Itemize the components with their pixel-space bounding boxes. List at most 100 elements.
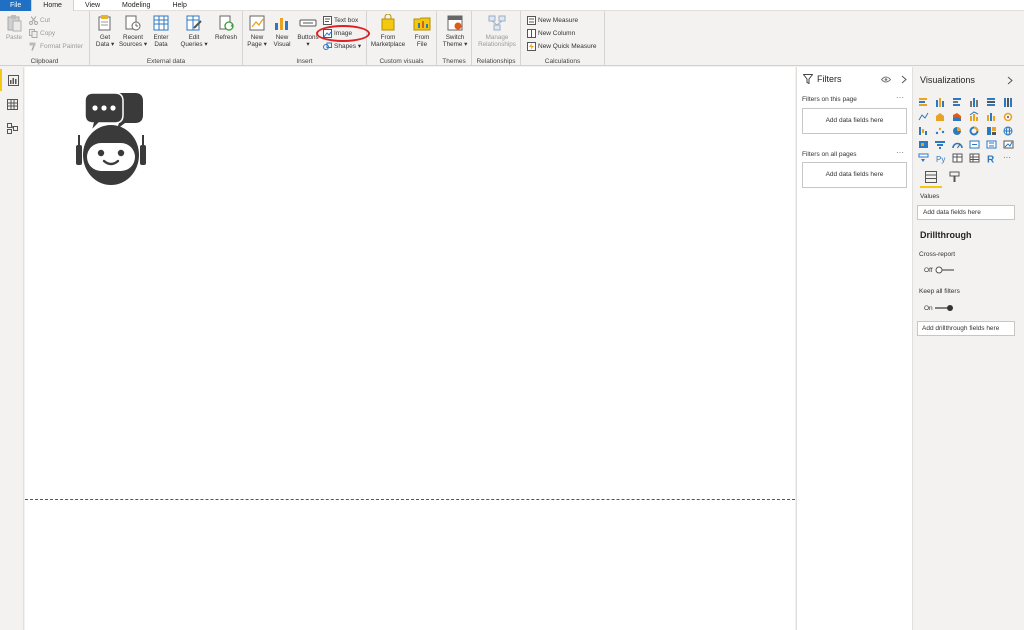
clustered-bar-chart-icon[interactable] — [953, 98, 961, 106]
cut-button[interactable]: Cut — [29, 15, 50, 26]
values-drop-zone[interactable]: Add data fields here — [917, 205, 1015, 220]
keep-all-filters-toggle[interactable] — [934, 304, 954, 312]
line-chart-icon[interactable] — [918, 112, 929, 121]
line-and-stacked-column-icon[interactable] — [987, 113, 995, 121]
paintbrush-icon — [29, 42, 36, 51]
get-data-button[interactable]: Get Data ▾ — [93, 14, 117, 48]
gauge-icon[interactable] — [952, 142, 963, 149]
refresh-label: Refresh — [214, 34, 238, 41]
report-view-button[interactable] — [0, 69, 24, 91]
filters-on-all-pages-label: Filters on all pages — [802, 151, 857, 158]
column-icon — [527, 29, 536, 38]
scatter-chart-icon[interactable] — [935, 127, 945, 135]
insert-group-label: Insert — [296, 58, 313, 65]
drillthrough-drop-zone[interactable]: Add drillthrough fields here — [917, 321, 1015, 336]
manage-relationships-line2: Relationships — [478, 41, 516, 48]
new-visual-line1: New — [275, 34, 289, 41]
from-marketplace-button[interactable]: From Marketplace — [369, 14, 407, 48]
menu-modeling[interactable]: Modeling — [111, 0, 161, 11]
refresh-button[interactable]: Refresh — [213, 14, 239, 41]
paste-label: Paste — [5, 34, 23, 41]
format-paint-roller-icon[interactable] — [949, 171, 961, 183]
switch-theme-button[interactable]: Switch Theme ▾ — [440, 14, 470, 48]
donut-chart-icon[interactable] — [969, 126, 979, 136]
chevron-right-icon[interactable] — [1007, 76, 1013, 85]
more-visuals-icon[interactable]: ··· — [1003, 153, 1011, 162]
report-canvas[interactable] — [25, 67, 795, 630]
new-visual-button[interactable]: New Visual — [271, 14, 293, 48]
calculations-group: New Measure New Column New Quick Measure… — [521, 11, 605, 66]
enter-data-button[interactable]: Enter Data — [150, 14, 172, 48]
filters-all-pages-drop-zone[interactable]: Add data fields here — [802, 162, 907, 188]
clipboard-group: Paste Cut Copy Format Painter Clipboard — [0, 11, 90, 66]
matrix-icon[interactable] — [969, 153, 980, 163]
from-file-button[interactable]: From File — [411, 14, 433, 48]
menu-file[interactable]: File — [0, 0, 32, 11]
new-page-icon — [249, 15, 265, 31]
paste-button[interactable]: Paste — [4, 14, 24, 41]
multi-row-card-icon[interactable] — [986, 140, 997, 149]
line-and-column-icon[interactable] — [969, 111, 979, 121]
edit-queries-icon — [186, 15, 202, 31]
map-icon[interactable] — [1003, 126, 1013, 136]
filters-pane: Filters Filters on this page ··· Add dat… — [796, 67, 913, 630]
shapes-button[interactable]: Shapes ▾ — [323, 41, 361, 52]
treemap-icon[interactable] — [987, 127, 996, 135]
python-visual-icon[interactable]: Py — [936, 155, 945, 164]
external-data-group-label: External data — [146, 58, 186, 65]
manage-relationships-button[interactable]: Manage Relationships — [474, 14, 520, 48]
new-quick-measure-label: New Quick Measure — [538, 43, 597, 50]
eye-icon[interactable] — [881, 76, 891, 83]
recent-sources-button[interactable]: Recent Sources ▾ — [118, 14, 148, 48]
stacked-column-chart-icon[interactable] — [936, 98, 944, 107]
stacked-area-chart-icon[interactable] — [953, 113, 961, 121]
data-view-button[interactable] — [0, 93, 24, 115]
chatbot-robot-image[interactable] — [73, 91, 157, 187]
filters-all-pages-more-icon[interactable]: ··· — [896, 148, 904, 157]
stacked-column-100-icon[interactable] — [1004, 98, 1012, 107]
filters-this-page-more-icon[interactable]: ··· — [896, 93, 904, 102]
table-visual-icon[interactable] — [952, 153, 963, 163]
clustered-column-chart-icon[interactable] — [970, 98, 978, 107]
shapes-label: Shapes ▾ — [334, 43, 362, 50]
fields-tab-icon[interactable] — [925, 171, 937, 183]
area-chart-icon[interactable] — [936, 113, 944, 121]
stacked-bar-chart-icon[interactable] — [919, 98, 927, 106]
copy-button[interactable]: Copy — [29, 28, 55, 39]
new-quick-measure-button[interactable]: New Quick Measure — [527, 41, 597, 52]
waterfall-chart-icon[interactable] — [919, 127, 927, 135]
buttons-line2: ▾ — [306, 41, 310, 48]
cross-report-toggle[interactable] — [935, 266, 955, 274]
new-column-button[interactable]: New Column — [527, 28, 575, 39]
scissors-icon — [29, 16, 38, 25]
text-box-icon — [323, 16, 332, 25]
format-painter-button[interactable]: Format Painter — [29, 41, 83, 52]
external-data-group: Get Data ▾ Recent Sources ▾ Enter Data E… — [90, 11, 243, 66]
new-visual-line2: Visual — [273, 41, 291, 48]
image-highlight-ellipse — [316, 25, 370, 42]
filters-this-page-drop-zone[interactable]: Add data fields here — [802, 108, 907, 134]
chevron-right-icon[interactable] — [901, 75, 907, 84]
new-page-button[interactable]: New Page ▾ — [246, 14, 268, 48]
edit-queries-button[interactable]: Edit Queries ▾ — [178, 14, 210, 48]
menu-help[interactable]: Help — [161, 0, 197, 11]
funnel-chart-icon[interactable] — [935, 141, 945, 149]
stacked-bar-100-icon[interactable] — [987, 98, 995, 106]
paste-icon — [7, 15, 22, 32]
filters-on-this-page-label: Filters on this page — [802, 96, 857, 103]
new-page-line2: Page ▾ — [247, 41, 267, 48]
new-measure-button[interactable]: New Measure — [527, 15, 578, 26]
ribbon-chart-icon[interactable] — [1003, 112, 1013, 122]
kpi-icon[interactable] — [1003, 140, 1014, 149]
filled-map-icon[interactable] — [919, 141, 928, 148]
drillthrough-heading: Drillthrough — [920, 230, 972, 240]
r-visual-icon[interactable]: R — [987, 155, 995, 166]
format-painter-label: Format Painter — [40, 43, 83, 50]
pie-chart-icon[interactable] — [953, 127, 961, 135]
visual-type-gallery[interactable]: Py R ··· — [917, 96, 1017, 168]
slicer-icon[interactable] — [918, 153, 929, 162]
custom-visuals-group-label: Custom visuals — [379, 58, 424, 65]
model-view-button[interactable] — [0, 117, 24, 139]
menu-view[interactable]: View — [74, 0, 111, 11]
card-icon[interactable] — [969, 140, 980, 149]
